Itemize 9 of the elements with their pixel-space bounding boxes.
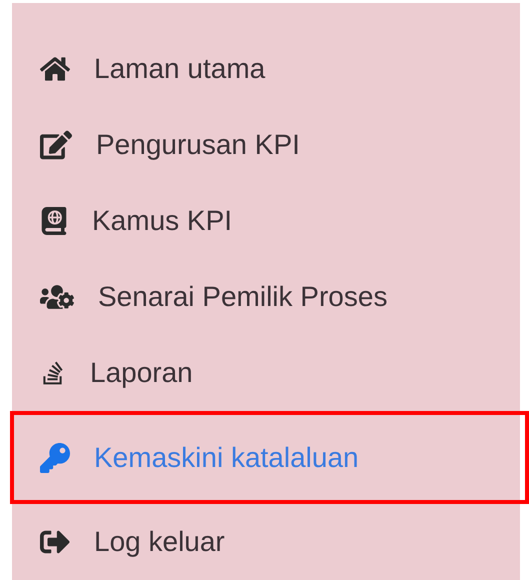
book-icon <box>40 207 68 236</box>
menu-item[interactable]: Kamus KPI <box>12 183 520 260</box>
menu-item[interactable]: Log keluar <box>12 504 520 580</box>
key-icon <box>40 442 70 473</box>
menu-item[interactable]: Pengurusan KPI <box>12 107 520 184</box>
menu-item[interactable]: Laman utama <box>12 31 520 108</box>
menu-item[interactable]: Senarai Pemilik Proses <box>12 259 520 336</box>
edit-icon <box>40 129 72 162</box>
menu-item[interactable]: Laporan <box>12 335 520 412</box>
